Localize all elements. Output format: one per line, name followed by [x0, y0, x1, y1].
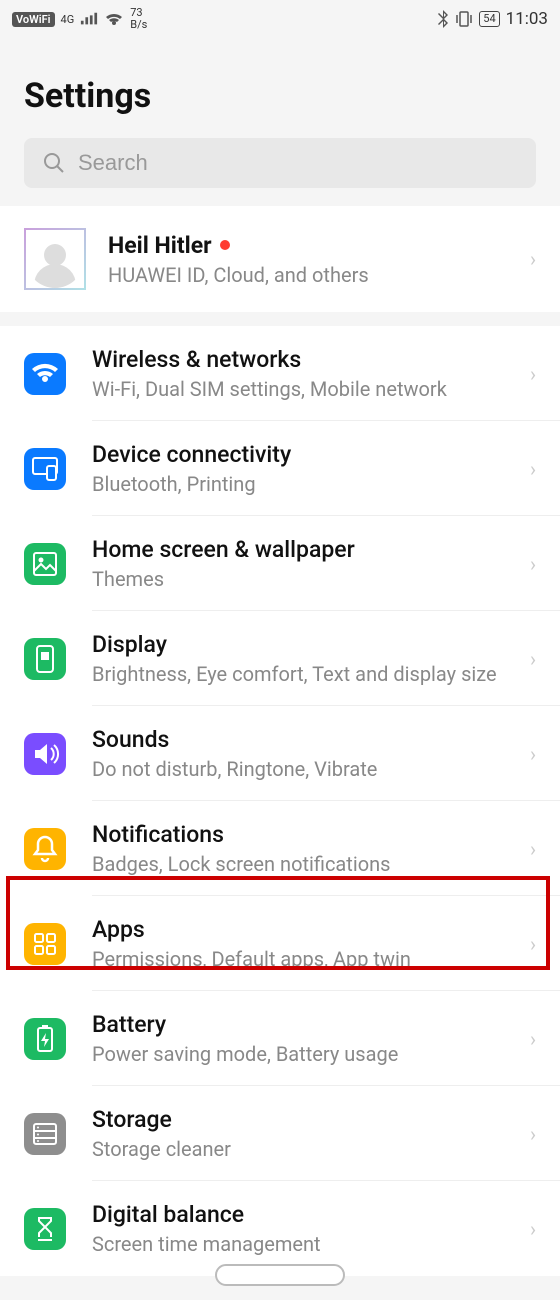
item-subtitle: Badges, Lock screen notifications [92, 852, 504, 876]
clock: 11:03 [506, 9, 548, 29]
settings-item-wifi[interactable]: Wireless & networks Wi-Fi, Dual SIM setti… [0, 326, 560, 421]
item-title: Apps [92, 916, 504, 943]
item-title: Digital balance [92, 1201, 504, 1228]
settings-item-bell[interactable]: Notifications Badges, Lock screen notific… [0, 801, 560, 896]
item-subtitle: Brightness, Eye comfort, Text and displa… [92, 662, 504, 686]
item-subtitle: Wi-Fi, Dual SIM settings, Mobile network [92, 377, 504, 401]
settings-item-display[interactable]: Display Brightness, Eye comfort, Text and… [0, 611, 560, 706]
item-subtitle: Bluetooth, Printing [92, 472, 504, 496]
chevron-right-icon: › [530, 932, 536, 956]
signal-icon [80, 12, 98, 26]
item-subtitle: Permissions, Default apps, App twin [92, 947, 504, 971]
settings-item-device-connect[interactable]: Device connectivity Bluetooth, Printing › [0, 421, 560, 516]
item-title: Notifications [92, 821, 504, 848]
account-name: Heil Hitler [108, 232, 369, 259]
item-subtitle: Storage cleaner [92, 1137, 504, 1161]
bluetooth-icon [437, 10, 449, 28]
settings-item-hourglass[interactable]: Digital balance Screen time management › [0, 1181, 560, 1276]
wifi-icon [24, 353, 66, 395]
status-left: VoWiFi 4G 73 B/s [12, 7, 147, 31]
item-subtitle: Power saving mode, Battery usage [92, 1042, 504, 1066]
settings-list: Wireless & networks Wi-Fi, Dual SIM setti… [0, 326, 560, 1276]
display-icon [24, 638, 66, 680]
item-title: Sounds [92, 726, 504, 753]
sound-icon [24, 733, 66, 775]
battery-icon [24, 1018, 66, 1060]
status-bar: VoWiFi 4G 73 B/s 54 11:03 [0, 0, 560, 38]
item-title: Home screen & wallpaper [92, 536, 504, 563]
settings-item-storage[interactable]: Storage Storage cleaner › [0, 1086, 560, 1181]
search-icon [42, 151, 66, 175]
network-type: 4G [61, 14, 75, 25]
chevron-right-icon: › [530, 362, 536, 386]
item-subtitle: Do not disturb, Ringtone, Vibrate [92, 757, 504, 781]
storage-icon [24, 1113, 66, 1155]
chevron-right-icon: › [530, 457, 536, 481]
battery-indicator: 54 [479, 11, 499, 27]
avatar [24, 228, 86, 290]
settings-item-battery[interactable]: Battery Power saving mode, Battery usage › [0, 991, 560, 1086]
nav-pill[interactable] [215, 1264, 345, 1286]
apps-icon [24, 923, 66, 965]
wifi-status-icon [104, 11, 124, 27]
chevron-right-icon: › [530, 1122, 536, 1146]
vowifi-indicator: VoWiFi [12, 12, 55, 27]
network-speed: 73 B/s [130, 7, 147, 31]
item-subtitle: Screen time management [92, 1232, 504, 1256]
settings-item-wallpaper[interactable]: Home screen & wallpaper Themes › [0, 516, 560, 611]
chevron-right-icon: › [530, 837, 536, 861]
item-title: Storage [92, 1106, 504, 1133]
item-title: Display [92, 631, 504, 658]
chevron-right-icon: › [530, 552, 536, 576]
item-title: Wireless & networks [92, 346, 504, 373]
item-subtitle: Themes [92, 567, 504, 591]
account-row[interactable]: Heil Hitler HUAWEI ID, Cloud, and others… [0, 206, 560, 312]
item-title: Device connectivity [92, 441, 504, 468]
chevron-right-icon: › [530, 647, 536, 671]
chevron-right-icon: › [530, 742, 536, 766]
notification-dot [220, 240, 230, 250]
page-title: Settings [0, 38, 560, 138]
account-subtitle: HUAWEI ID, Cloud, and others [108, 263, 369, 287]
search-bar[interactable] [24, 138, 536, 188]
wallpaper-icon [24, 543, 66, 585]
status-right: 54 11:03 [437, 9, 548, 29]
chevron-right-icon: › [530, 1027, 536, 1051]
settings-item-apps[interactable]: Apps Permissions, Default apps, App twin › [0, 896, 560, 991]
device-connect-icon [24, 448, 66, 490]
search-input[interactable] [78, 150, 518, 176]
settings-item-sound[interactable]: Sounds Do not disturb, Ringtone, Vibrate › [0, 706, 560, 801]
chevron-right-icon: › [530, 1217, 536, 1241]
item-title: Battery [92, 1011, 504, 1038]
hourglass-icon [24, 1208, 66, 1250]
vibrate-icon [455, 10, 473, 28]
chevron-right-icon: › [530, 247, 536, 271]
bell-icon [24, 828, 66, 870]
